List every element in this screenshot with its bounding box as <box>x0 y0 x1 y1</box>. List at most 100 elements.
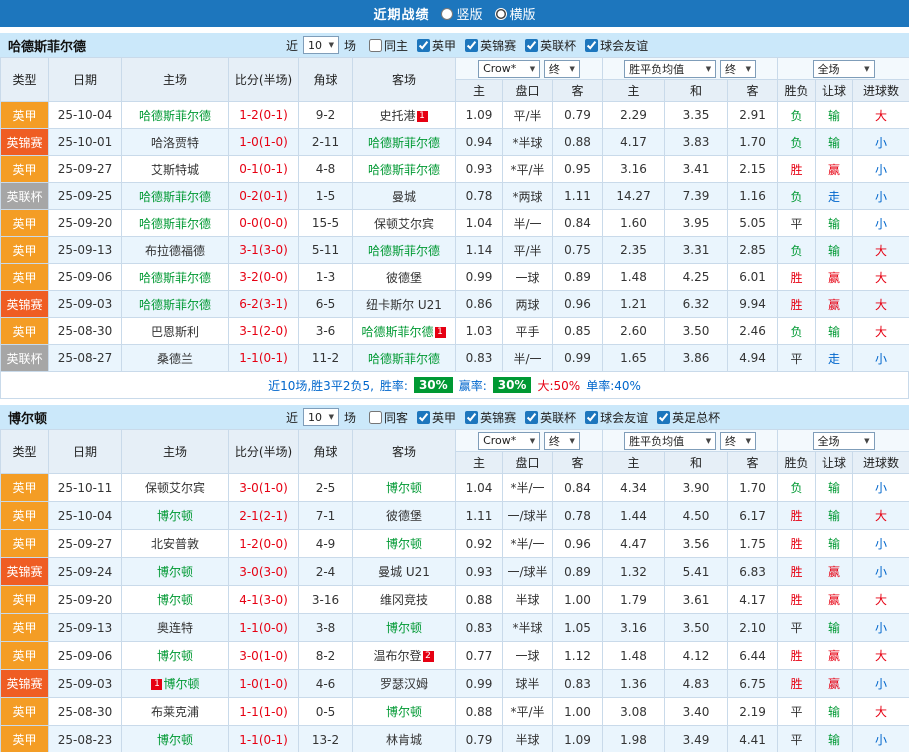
odds-away: 0.95 <box>551 155 604 183</box>
filter-checkbox[interactable] <box>417 38 431 52</box>
away-team[interactable]: 史托港 1 <box>352 101 456 129</box>
avg-odds-dropdown[interactable]: 胜平负均值 ▼ <box>624 59 717 78</box>
filter-item[interactable]: 同客 <box>369 409 408 426</box>
match-date: 25-09-13 <box>48 236 122 264</box>
col-corner: 角球 <box>298 57 353 102</box>
away-team[interactable]: 博尔顿 <box>352 529 456 558</box>
result-wdl: 负 <box>777 473 817 502</box>
match-count-dropdown[interactable]: 10 ▼ <box>303 408 340 426</box>
away-team[interactable]: 博尔顿 <box>352 613 456 642</box>
away-team[interactable]: 彼德堡 <box>352 263 456 291</box>
home-team[interactable]: 博尔顿 <box>121 501 229 530</box>
filter-item[interactable]: 英锦赛 <box>465 409 516 426</box>
filter-checkbox[interactable] <box>585 38 599 52</box>
away-team[interactable]: 哈德斯菲尔德 <box>352 344 456 372</box>
filter-checkbox[interactable] <box>525 410 539 424</box>
chevron-down-icon: ▼ <box>569 436 575 445</box>
avg-draw-odds: 3.41 <box>664 155 729 183</box>
away-team[interactable]: 维冈竞技 <box>352 585 456 614</box>
bookmaker-final-dropdown[interactable]: 终 ▼ <box>543 59 580 78</box>
home-team[interactable]: 博尔顿 <box>121 725 229 752</box>
odds-home: 0.83 <box>455 344 503 372</box>
home-team[interactable]: 哈德斯菲尔德 <box>121 290 229 318</box>
away-team[interactable]: 曼城 U21 <box>352 557 456 586</box>
result-goals: 小 <box>852 613 909 642</box>
home-team[interactable]: 博尔顿 <box>121 557 229 586</box>
bookmaker-dropdown[interactable]: Crow* ▼ <box>478 431 541 450</box>
layout-horizontal-option[interactable]: 横版 <box>494 4 536 23</box>
home-team[interactable]: 哈德斯菲尔德 <box>121 263 229 291</box>
filter-checkbox[interactable] <box>525 38 539 52</box>
filter-item[interactable]: 英甲 <box>417 409 456 426</box>
away-team[interactable]: 罗瑟汉姆 <box>352 669 456 698</box>
bookmaker-dropdown[interactable]: Crow* ▼ <box>478 59 541 78</box>
home-team[interactable]: 布莱克浦 <box>121 697 229 726</box>
match-date: 25-10-11 <box>48 473 122 502</box>
filter-item[interactable]: 英锦赛 <box>465 37 516 54</box>
avg-final-dropdown[interactable]: 终 ▼ <box>719 59 756 78</box>
match-score: 3-1(2-0) <box>228 317 299 345</box>
home-team[interactable]: 哈德斯菲尔德 <box>121 182 229 210</box>
home-team[interactable]: 哈洛贾特 <box>121 128 229 156</box>
filter-item[interactable]: 英联杯 <box>525 37 576 54</box>
filter-item[interactable]: 英足总杯 <box>657 409 720 426</box>
match-count-dropdown[interactable]: 10 ▼ <box>303 36 340 54</box>
away-team[interactable]: 曼城 <box>352 182 456 210</box>
match-row: 英甲 25-09-13 奥连特 1-1(0-0) 3-8 博尔顿 0.83 *半球 1.05 3.… <box>0 613 909 642</box>
filter-item[interactable]: 英甲 <box>417 37 456 54</box>
home-team[interactable]: 桑德兰 <box>121 344 229 372</box>
filter-checkbox[interactable] <box>465 410 479 424</box>
match-score: 0-1(0-1) <box>228 155 299 183</box>
avg-final-dropdown[interactable]: 终 ▼ <box>719 431 756 450</box>
home-team[interactable]: 博尔顿 <box>121 641 229 670</box>
home-team[interactable]: 保顿艾尔宾 <box>121 473 229 502</box>
away-team[interactable]: 彼德堡 <box>352 501 456 530</box>
match-scope-dropdown[interactable]: 全场 ▼ <box>812 59 875 78</box>
filter-item[interactable]: 同主 <box>369 37 408 54</box>
home-team[interactable]: 布拉德福德 <box>121 236 229 264</box>
match-scope-dropdown[interactable]: 全场 ▼ <box>812 431 875 450</box>
home-team[interactable]: 奥连特 <box>121 613 229 642</box>
result-goals: 小 <box>852 529 909 558</box>
layout-vertical-option[interactable]: 竖版 <box>441 4 483 23</box>
avg-home-odds: 1.36 <box>602 669 666 698</box>
filter-item[interactable]: 球会友谊 <box>585 409 648 426</box>
avg-odds-dropdown[interactable]: 胜平负均值 ▼ <box>624 431 717 450</box>
filter-checkbox[interactable] <box>417 410 431 424</box>
filter-checkbox[interactable] <box>369 38 383 52</box>
bookmaker-final-dropdown[interactable]: 终 ▼ <box>543 431 580 450</box>
filter-checkbox[interactable] <box>585 410 599 424</box>
away-team[interactable]: 博尔顿 <box>352 473 456 502</box>
match-date: 25-09-03 <box>48 669 122 698</box>
away-team[interactable]: 哈德斯菲尔德 <box>352 155 456 183</box>
layout-vertical-radio[interactable] <box>441 7 454 20</box>
home-team[interactable]: 博尔顿 <box>121 585 229 614</box>
team-name-text: 哈德斯菲尔德 <box>367 135 440 150</box>
away-team[interactable]: 哈德斯菲尔德 <box>352 236 456 264</box>
filter-checkbox[interactable] <box>369 410 383 424</box>
home-team[interactable]: 巴恩斯利 <box>121 317 229 345</box>
away-team[interactable]: 保顿艾尔宾 <box>352 209 456 237</box>
filter-checkbox[interactable] <box>657 410 671 424</box>
layout-horizontal-radio[interactable] <box>494 7 507 20</box>
away-team[interactable]: 哈德斯菲尔德 1 <box>352 317 456 345</box>
avg-draw-odds: 3.31 <box>664 236 729 264</box>
home-team[interactable]: 1 博尔顿 <box>121 669 229 698</box>
home-team[interactable]: 哈德斯菲尔德 <box>121 101 229 129</box>
result-goals: 大 <box>852 290 909 318</box>
home-team[interactable]: 艾斯特城 <box>121 155 229 183</box>
away-team[interactable]: 温布尔登 2 <box>352 641 456 670</box>
odds-handicap: *半/一 <box>502 529 553 558</box>
away-team[interactable]: 纽卡斯尔 U21 <box>352 290 456 318</box>
home-team[interactable]: 哈德斯菲尔德 <box>121 209 229 237</box>
away-team[interactable]: 博尔顿 <box>352 697 456 726</box>
filter-item[interactable]: 球会友谊 <box>585 37 648 54</box>
away-team[interactable]: 林肯城 <box>352 725 456 752</box>
filter-checkbox[interactable] <box>465 38 479 52</box>
col-date: 日期 <box>48 57 122 102</box>
league-type: 英甲 <box>0 697 49 726</box>
home-team[interactable]: 北安普敦 <box>121 529 229 558</box>
odds-handicap: 球半 <box>502 669 553 698</box>
away-team[interactable]: 哈德斯菲尔德 <box>352 128 456 156</box>
filter-item[interactable]: 英联杯 <box>525 409 576 426</box>
